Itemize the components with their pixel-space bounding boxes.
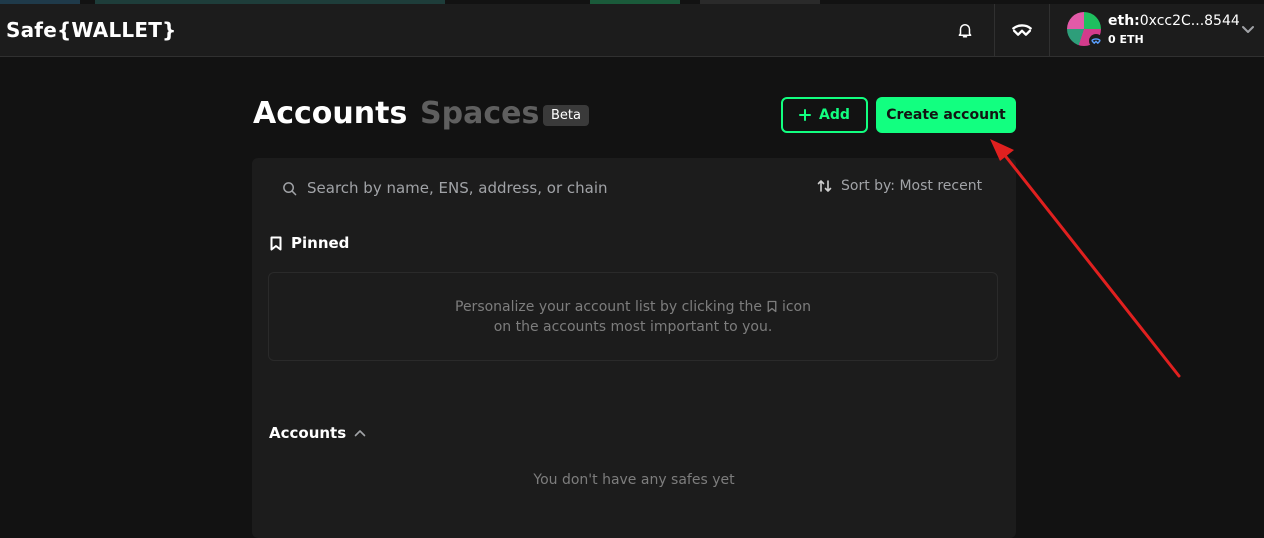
no-safes-message: You don't have any safes yet	[533, 472, 735, 488]
bookmark-icon	[767, 300, 777, 313]
account-balance: 0 ETH	[1108, 33, 1144, 46]
bell-icon	[958, 24, 972, 38]
beta-badge: Beta	[543, 105, 589, 126]
chevron-up-icon	[354, 430, 366, 437]
walletconnect-icon	[1012, 24, 1032, 36]
add-account-button[interactable]: Add	[781, 97, 868, 133]
account-menu[interactable]: eth:0xcc2C...8544 0 ETH	[1051, 4, 1264, 56]
plus-icon	[799, 109, 812, 121]
app-logo[interactable]: Safe{WALLET}	[6, 18, 176, 42]
tab-accounts[interactable]: Accounts	[253, 96, 407, 131]
account-address: eth:0xcc2C...8544	[1108, 13, 1240, 29]
search-bar[interactable]	[282, 176, 712, 200]
search-input[interactable]	[307, 179, 707, 197]
bookmark-icon	[270, 236, 282, 250]
chevron-down-icon	[1242, 26, 1254, 33]
tab-spaces[interactable]: Spaces	[420, 96, 539, 131]
notifications-button[interactable]	[937, 4, 993, 56]
accounts-section-toggle[interactable]: Accounts	[269, 424, 366, 442]
sort-button[interactable]: Sort by: Most recent	[817, 178, 982, 194]
sort-label: Sort by: Most recent	[841, 178, 983, 194]
wallet-badge-icon	[1089, 34, 1103, 48]
walletconnect-button[interactable]	[994, 4, 1050, 56]
create-account-button[interactable]: Create account	[876, 97, 1016, 133]
accounts-panel: Sort by: Most recent Pinned Personalize …	[252, 158, 1016, 538]
sort-icon	[817, 180, 832, 192]
top-header: Safe{WALLET} eth:0xcc2C...8544 0 ETH	[0, 4, 1264, 57]
pinned-section-header: Pinned	[270, 234, 349, 252]
pinned-empty-state: Personalize your account list by clickin…	[268, 272, 998, 361]
search-icon	[283, 181, 297, 195]
